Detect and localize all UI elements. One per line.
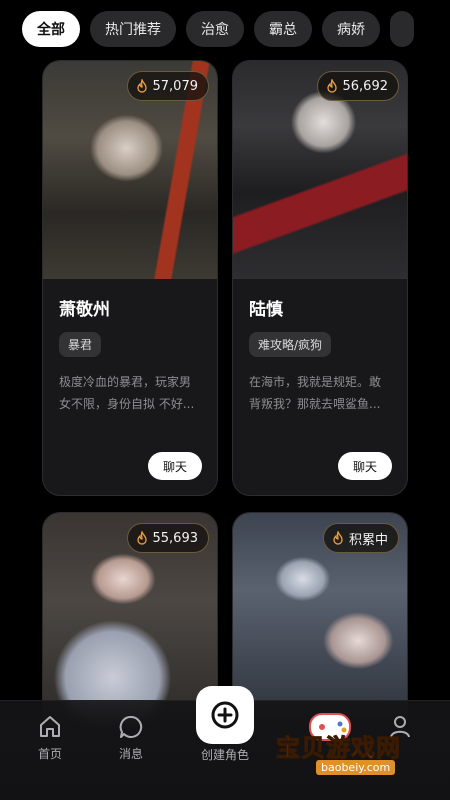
tab-all[interactable]: 全部 [22,11,80,47]
plus-circle-icon [211,701,239,729]
popularity-count: 57,079 [152,78,199,94]
popularity-badge: 56,692 [316,71,399,101]
category-tabs: 全部 热门推荐 治愈 霸总 病娇 [0,0,450,58]
nav-home[interactable]: 首页 [20,713,80,762]
flame-icon [136,79,147,93]
character-card[interactable]: 55,693 [42,512,218,732]
character-card[interactable]: 56,692 陆慎 难攻略/疯狗 在海市，我就是规矩。敢背叛我？那就去喂鲨鱼..… [232,60,408,496]
chat-button[interactable]: 聊天 [338,452,392,480]
character-name: 陆慎 [249,300,283,320]
tab-ceo[interactable]: 霸总 [254,11,312,47]
flame-icon [136,531,147,545]
popularity-count: 积累中 [348,532,388,548]
character-card[interactable]: 积累中 [232,512,408,732]
popularity-badge: 积累中 [322,523,399,553]
character-tag: 暴君 [59,332,102,357]
chat-button[interactable]: 聊天 [148,452,202,480]
nav-messages[interactable]: 消息 [101,713,161,762]
popularity-badge: 55,693 [126,523,209,553]
popularity-count: 55,693 [152,530,199,546]
create-character-label: 创建角色 [200,748,249,762]
flame-icon [326,79,337,93]
tab-more-partial[interactable] [390,11,414,47]
popularity-count: 56,692 [342,78,389,94]
create-character-button[interactable] [196,686,254,744]
tab-yandere[interactable]: 病娇 [322,11,380,47]
character-description: 在海市，我就是规矩。敢背叛我？那就去喂鲨鱼... [249,375,382,411]
flame-icon [333,531,343,545]
character-description: 极度冷血的暴君，玩家男女不限，身份自拟 不好... [59,375,195,411]
tab-hot-recommend[interactable]: 热门推荐 [90,11,176,47]
nav-home-label: 首页 [37,747,62,761]
nav-messages-label: 消息 [118,747,143,761]
watermark-text: 宝贝游戏网 [276,734,401,763]
chat-bubble-icon [119,715,143,738]
character-tag: 难攻略/疯狗 [249,332,332,357]
character-name: 萧敬州 [59,300,110,320]
character-image: 57,079 [43,61,217,279]
tab-healing[interactable]: 治愈 [186,11,244,47]
character-card[interactable]: 57,079 萧敬州 暴君 极度冷血的暴君，玩家男女不限，身份自拟 不好... … [42,60,218,496]
popularity-badge: 57,079 [126,71,209,101]
home-icon [40,716,60,737]
character-image: 56,692 [233,61,407,279]
watermark-url: baobeiy.com [316,760,396,775]
